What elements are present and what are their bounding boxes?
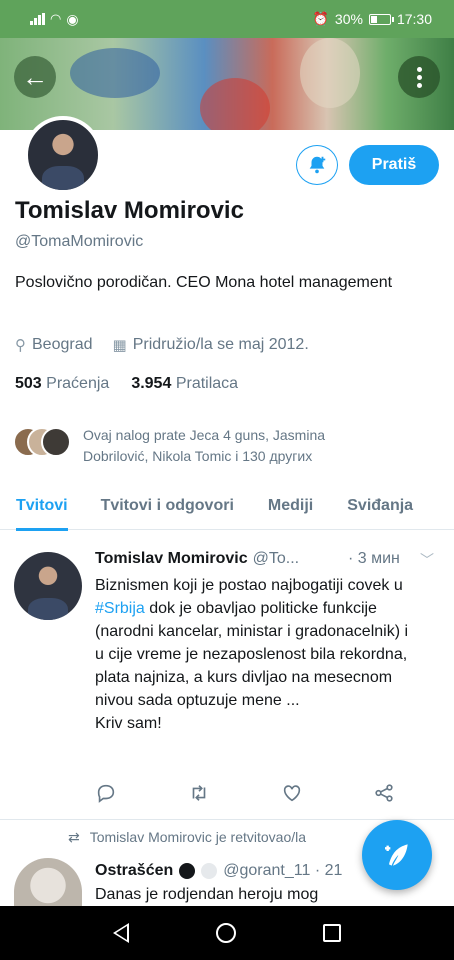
- retweet-context: ⇄ Tomislav Momirovic je retvitovao/la: [68, 829, 306, 846]
- share-icon[interactable]: [373, 782, 395, 804]
- retweet-author-name: Ostrašćen: [95, 862, 174, 879]
- tweet-time: · 3 мин: [348, 550, 400, 567]
- profile-joined: Pridružio/la se maj 2012.: [132, 336, 309, 353]
- followers-stat[interactable]: 3.954 Pratilaca: [131, 375, 238, 393]
- heart-icon[interactable]: [281, 782, 303, 804]
- tweet-author-name: Tomislav Momirovic: [95, 550, 248, 567]
- more-options-button[interactable]: [398, 56, 440, 98]
- tab-likes[interactable]: Sviđanja: [347, 486, 413, 530]
- calendar-icon: ▦: [112, 337, 127, 354]
- retweet-small-icon: ⇄: [68, 829, 80, 845]
- tab-tweets-replies[interactable]: Tvitovi i odgovori: [101, 486, 234, 530]
- hashtag-link[interactable]: #Srbija: [95, 600, 145, 617]
- alarm-icon: ⏰: [312, 11, 329, 26]
- profile-avatar[interactable]: [24, 116, 102, 194]
- tweet-author-handle: @To...: [252, 550, 300, 567]
- profile-location: Beograd: [32, 336, 93, 353]
- wifi-icon: ◠: [50, 11, 62, 26]
- nav-recents-icon[interactable]: [322, 924, 341, 942]
- profile-stats: 503 Praćenja 3.954 Pratilaca: [15, 375, 238, 393]
- followed-by-text: Ovaj nalog prate Jeca 4 guns, Jasmina Do…: [83, 427, 326, 464]
- tweet[interactable]: Tomislav Momirovic @To... · 3 мин ﹀ Bizn…: [0, 536, 454, 820]
- bell-plus-icon: [309, 156, 326, 174]
- battery-fill: [370, 15, 377, 23]
- compose-tweet-button[interactable]: [362, 820, 432, 890]
- tweet-text: Biznismen koji je postao najbogatiji cov…: [95, 577, 409, 732]
- following-button[interactable]: Pratiš: [349, 145, 439, 185]
- battery-percent: 30%: [334, 11, 363, 27]
- notifications-button[interactable]: [296, 145, 338, 185]
- profile-meta: ⚲ Beograd ▦ Pridružio/la se maj 2012.: [15, 336, 309, 354]
- retweet-avatar[interactable]: [14, 858, 82, 908]
- arrow-left-icon: ←: [22, 61, 48, 92]
- tab-tweets[interactable]: Tvitovi: [16, 486, 68, 531]
- tab-media[interactable]: Mediji: [268, 486, 313, 530]
- profile-handle: @TomaMomirovic: [15, 233, 144, 250]
- reply-icon[interactable]: [95, 782, 117, 804]
- retweet-text: Danas je rodjendan heroju mog: [95, 886, 319, 903]
- profile-name: Tomislav Momirovic: [15, 197, 244, 224]
- nav-home-icon[interactable]: [215, 923, 236, 943]
- followed-by[interactable]: Ovaj nalog prate Jeca 4 guns, Jasmina Do…: [13, 425, 383, 467]
- profile-bio: Poslovično porodičan. CEO Mona hotel man…: [15, 274, 393, 291]
- eye-icon: ◉: [66, 10, 79, 27]
- following-stat[interactable]: 503 Praćenja: [15, 375, 109, 393]
- tweet-actions: [95, 782, 395, 804]
- nav-back-icon[interactable]: [113, 923, 130, 943]
- status-bar: ◠ ◉ ⏰ 30% 17:30: [0, 0, 454, 38]
- clock: 17:30: [396, 11, 432, 27]
- signal-icon: [30, 13, 45, 25]
- location-pin-icon: ⚲: [15, 337, 26, 354]
- white-circle-emoji: [201, 863, 218, 879]
- retweet-header: Ostrašćen @gorant_11 · 21: [95, 862, 342, 880]
- system-nav-bar: [0, 906, 454, 960]
- back-button[interactable]: ←: [14, 56, 56, 98]
- retweet-context-text: Tomislav Momirovic je retvitovao/la: [89, 829, 307, 845]
- black-circle-emoji: [179, 863, 196, 879]
- chevron-down-icon[interactable]: ﹀: [420, 550, 434, 570]
- tweet-header: Tomislav Momirovic @To...: [95, 550, 299, 568]
- profile-tabs: Tvitovi Tvitovi i odgovori Mediji Sviđan…: [0, 486, 454, 531]
- retweet-icon[interactable]: [187, 782, 211, 804]
- compose-feather-icon: [385, 844, 408, 866]
- battery-icon: [368, 13, 394, 25]
- follower-avatars: [13, 425, 71, 459]
- retweet-author-handle: @gorant_11 · 21: [223, 862, 343, 879]
- tweet-avatar[interactable]: [14, 552, 82, 620]
